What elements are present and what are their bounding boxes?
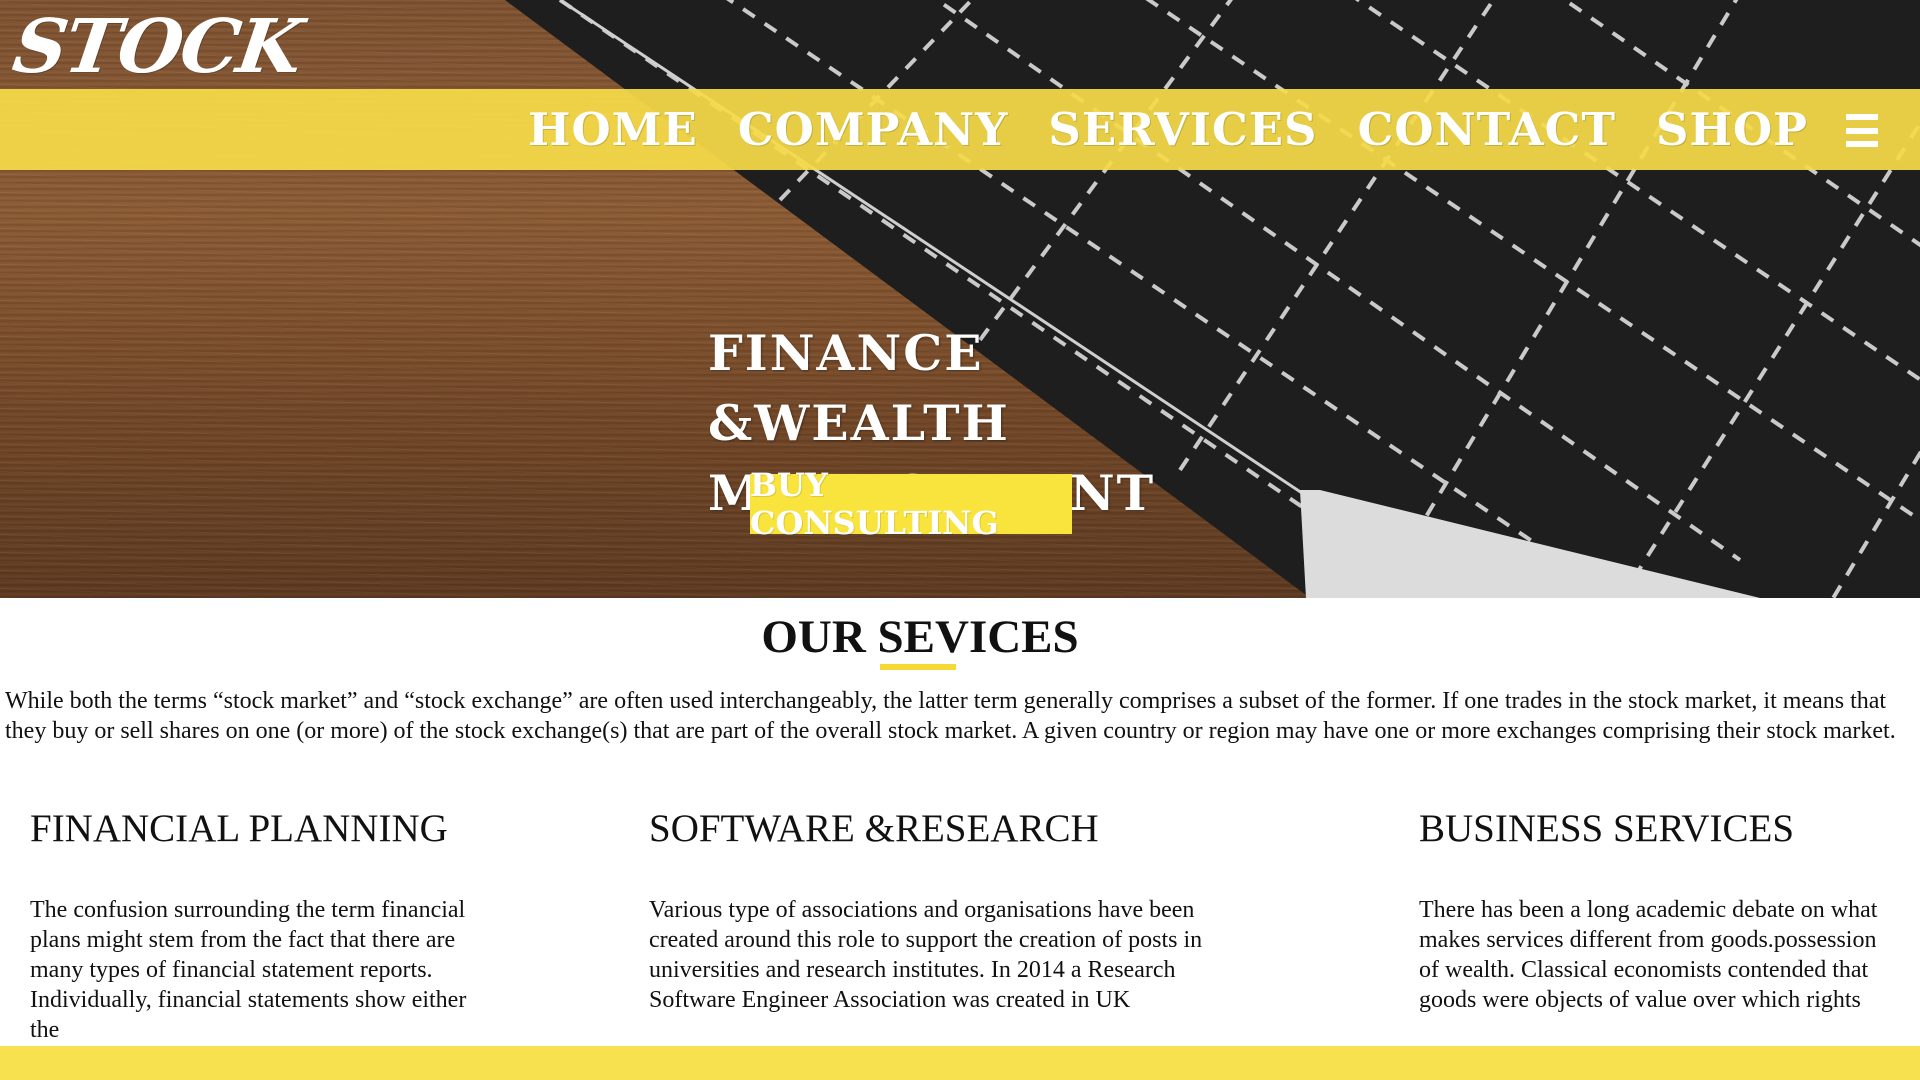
service-software-research: SOFTWARE &RESEARCH Various type of assoc… [649,806,1209,1015]
buy-consulting-button[interactable]: BUY CONSULTING [750,466,1072,542]
services-intro: While both the terms “stock market” and … [5,688,1896,744]
nav-item-shop[interactable]: SHOP [1656,103,1808,156]
service-heading: BUSINESS SERVICES [1419,807,1795,850]
nav-menu: HOME COMPANY SERVICES CONTACT SHOP [528,89,1848,170]
service-description: The confusion surrounding the term finan… [30,897,467,1043]
hamburger-icon[interactable] [1846,114,1878,147]
nav-item-company[interactable]: COMPANY [738,103,1009,156]
brand-logo[interactable]: STOCK [8,4,306,90]
hero-banner: STOCK HOME COMPANY SERVICES CONTACT SHOP… [0,0,1920,598]
footer-bar [0,1046,1920,1080]
service-heading: FINANCIAL PLANNING [30,807,448,850]
nav-item-services[interactable]: SERVICES [1048,103,1317,156]
nav-item-contact[interactable]: CONTACT [1358,103,1616,156]
service-description: Various type of associations and organis… [649,897,1203,1013]
hero-title-line-1: FINANCE &WEALTH [708,324,1010,452]
hamburger-bar-middle [1846,127,1878,134]
nav-item-home[interactable]: HOME [528,103,698,156]
hamburger-bar-bottom [1846,141,1878,147]
hamburger-bar-top [1846,114,1878,120]
service-business-services: BUSINESS SERVICES There has been a long … [1419,806,1879,1015]
service-heading: SOFTWARE &RESEARCH [649,807,1099,850]
service-financial-planning: FINANCIAL PLANNING The confusion surroun… [30,806,480,1045]
main-navbar: HOME COMPANY SERVICES CONTACT SHOP [0,89,1920,170]
services-title: OUR SEVICES [761,611,1079,663]
title-underline [880,664,956,670]
service-description: There has been a long academic debate on… [1419,897,1878,1013]
